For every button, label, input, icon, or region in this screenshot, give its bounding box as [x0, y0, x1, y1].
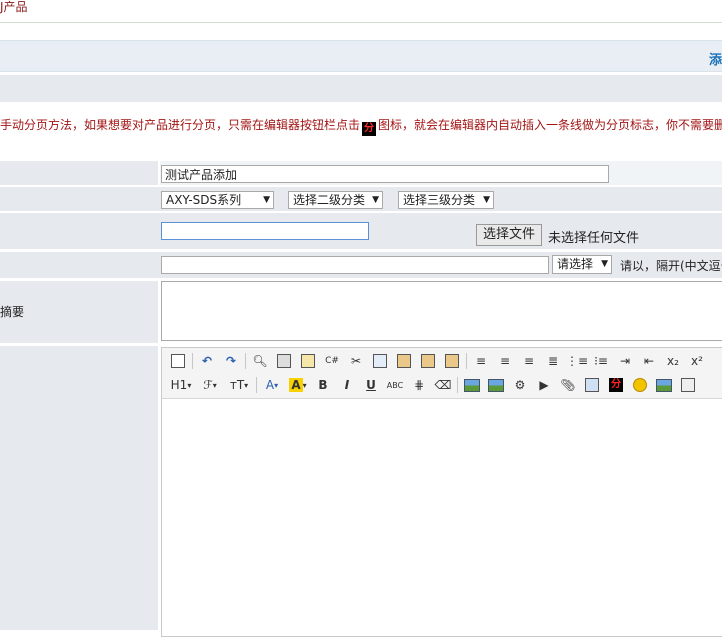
separator — [245, 353, 246, 369]
summary-textarea[interactable] — [161, 281, 722, 341]
more-icon[interactable] — [678, 375, 698, 395]
redo-icon[interactable]: ↷ — [221, 351, 241, 371]
insert-multi-image-icon[interactable] — [486, 375, 506, 395]
toolbar-row-1: ↶ ↷ 🔍︎ C# ✂ ≡ ≡ ≡ ≣ ⋮≡ ⁝≡ ⇥ ⇤ x₂ x² — [168, 350, 711, 372]
separator — [457, 377, 458, 393]
chevron-down-icon: ▼ — [601, 259, 608, 269]
insert-flash-icon[interactable]: ⚙ — [510, 375, 530, 395]
page-break-label: 分 — [609, 378, 623, 392]
paste-text-icon[interactable] — [418, 351, 438, 371]
font-color-icon[interactable]: A ▾ — [261, 375, 283, 395]
category3-value: 选择三级分类 — [403, 193, 476, 207]
heading-label: H1 — [170, 378, 188, 392]
category1-value: AXY-SDS系列 — [166, 193, 242, 207]
paste-icon[interactable] — [394, 351, 414, 371]
justify-icon[interactable]: ≣ — [543, 351, 563, 371]
top-bar: J产品 — [0, 0, 722, 23]
breadcrumb: J产品 — [0, 0, 28, 14]
section-band — [0, 75, 722, 102]
editor-toolbar: ↶ ↷ 🔍︎ C# ✂ ≡ ≡ ≡ ≣ ⋮≡ ⁝≡ ⇥ ⇤ x₂ x² H1 ▾ … — [162, 348, 722, 399]
code-icon[interactable]: C# — [322, 351, 342, 371]
paste-word-icon[interactable] — [442, 351, 462, 371]
font-family-dropdown[interactable]: ℱ ▾ — [198, 375, 222, 395]
product-name-input[interactable] — [161, 165, 609, 183]
align-right-icon[interactable]: ≡ — [519, 351, 539, 371]
copy-icon[interactable] — [370, 351, 390, 371]
separator — [256, 377, 257, 393]
page-break-icon[interactable]: 分 — [606, 375, 626, 395]
emoticon-icon[interactable] — [630, 375, 650, 395]
notice-text-before: 手动分页方法，如果想要对产品进行分页，只需在编辑器按钮栏点击 — [0, 118, 361, 132]
separator — [466, 353, 467, 369]
category2-select[interactable]: 选择二级分类 ▼ — [288, 191, 383, 209]
toolbar-row-2: H1 ▾ ℱ ▾ тT ▾ A ▾ A ▾ B I U ABC ⋕ ⌫ ⚙ ▶ 📎︎ 分 — [168, 374, 702, 396]
choose-file-button[interactable]: 选择文件 — [476, 224, 543, 246]
highlight-label: A — [289, 378, 303, 392]
subscript-icon[interactable]: x₂ — [663, 351, 683, 371]
cut-icon[interactable]: ✂ — [346, 351, 366, 371]
template-icon[interactable] — [298, 351, 318, 371]
name-label-cell — [0, 161, 158, 185]
summary-label: 摘要 — [0, 305, 25, 319]
tags-select-value: 请选择 — [557, 257, 594, 271]
chevron-down-icon: ▼ — [372, 195, 379, 205]
eraser-icon[interactable]: ⌫ — [433, 375, 453, 395]
font-family-label: ℱ — [203, 378, 213, 392]
category2-value: 选择二级分类 — [293, 193, 366, 207]
ordered-list-icon[interactable]: ⋮≡ — [566, 351, 588, 371]
font-size-dropdown[interactable]: тT ▾ — [226, 375, 252, 395]
highlight-icon[interactable]: A ▾ — [287, 375, 309, 395]
insert-image-icon[interactable] — [462, 375, 482, 395]
align-left-icon[interactable]: ≡ — [471, 351, 491, 371]
page-break-icon: 分 — [362, 122, 377, 136]
image-path-input[interactable] — [161, 222, 369, 240]
font-color-label: A — [265, 378, 275, 392]
image-manager-icon[interactable] — [654, 375, 674, 395]
content-label-cell — [0, 346, 158, 630]
chevron-down-icon: ▼ — [483, 195, 490, 205]
print-icon[interactable] — [274, 351, 294, 371]
unordered-list-icon[interactable]: ⁝≡ — [591, 351, 611, 371]
table-grid-icon[interactable]: ⋕ — [409, 375, 429, 395]
tags-hint: 请以，隔开(中文逗号 — [620, 259, 722, 273]
bold-icon[interactable]: B — [313, 375, 333, 395]
undo-icon[interactable]: ↶ — [197, 351, 217, 371]
indent-icon[interactable]: ⇥ — [615, 351, 635, 371]
outdent-icon[interactable]: ⇤ — [639, 351, 659, 371]
header-band: 添 — [0, 40, 722, 72]
attachment-icon[interactable]: 📎︎ — [558, 375, 578, 395]
heading-dropdown[interactable]: H1 ▾ — [168, 375, 194, 395]
tags-input[interactable] — [161, 256, 549, 274]
italic-icon[interactable]: I — [337, 375, 357, 395]
pagination-notice: 手动分页方法，如果想要对产品进行分页，只需在编辑器按钮栏点击分图标，就会在编辑器… — [0, 116, 722, 138]
underline-icon[interactable]: U — [361, 375, 381, 395]
source-icon[interactable] — [168, 351, 188, 371]
tags-select[interactable]: 请选择 ▼ — [552, 255, 612, 274]
align-center-icon[interactable]: ≡ — [495, 351, 515, 371]
category1-select[interactable]: AXY-SDS系列 ▼ — [161, 191, 274, 209]
font-size-label: тT — [229, 378, 245, 392]
table-icon[interactable] — [582, 375, 602, 395]
add-link[interactable]: 添 — [709, 49, 722, 68]
category3-select[interactable]: 选择三级分类 ▼ — [398, 191, 494, 209]
strikethrough-icon[interactable]: ABC — [385, 375, 405, 395]
preview-icon[interactable]: 🔍︎ — [250, 351, 270, 371]
separator — [192, 353, 193, 369]
insert-media-icon[interactable]: ▶ — [534, 375, 554, 395]
notice-text-after: 图标，就会在编辑器内自动插入一条线做为分页标志，你不需要删 — [378, 118, 722, 132]
chevron-down-icon: ▼ — [263, 195, 270, 205]
file-status: 未选择任何文件 — [548, 231, 640, 246]
superscript-icon[interactable]: x² — [687, 351, 707, 371]
